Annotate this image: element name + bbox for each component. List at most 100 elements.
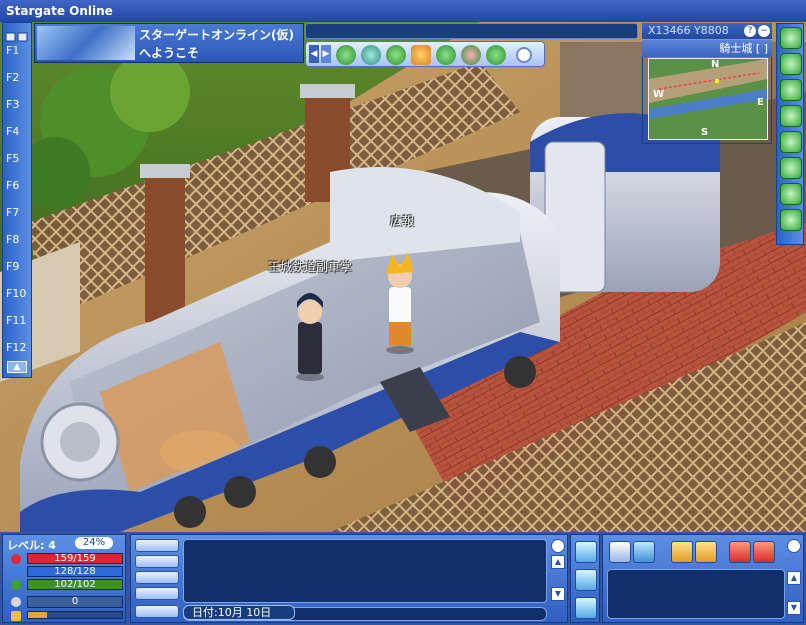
pen-slot-icon[interactable] [695,541,717,563]
speech-bubble-icon[interactable] [575,597,597,619]
chat-tab-guild[interactable] [135,571,179,584]
status-panel: レベル: 4 24% 159/159 128/128 102/102 0 [2,534,126,623]
sorry-emote-icon[interactable] [411,45,431,65]
emote-prev-icon[interactable]: ◀ [309,45,319,63]
fkey-f6[interactable]: F6 [3,172,33,199]
mana-icon [11,567,21,577]
welcome-line-2: へようこそ [139,46,200,60]
party-menu-icon[interactable] [780,131,802,153]
dizzy-emote-icon[interactable] [486,45,506,65]
minimap-coords: X13466 Y8808 [648,24,729,37]
grip-icon[interactable] [5,27,29,42]
mp-text: 128/128 [54,566,96,577]
bubble-2-emote-icon[interactable] [361,45,381,65]
slot-options-icon[interactable] [787,539,801,553]
mid-shortcut-bar [570,534,600,623]
slot-scroll-up-icon[interactable]: ▲ [787,571,801,585]
window-title: Stargate Online [0,0,806,22]
exp-bar: 0 [27,596,123,608]
fkey-f7[interactable]: F7 [3,199,33,226]
minimap-area-name: 騎士城 [719,42,753,55]
monitor-icon[interactable] [575,541,597,563]
fkey-f8[interactable]: F8 [3,226,33,253]
chat-tab-all[interactable] [135,539,179,552]
collapse-up-icon[interactable]: ▲ [7,361,27,373]
quick-slot-log[interactable] [607,569,785,619]
sub-exp-bar [27,611,123,619]
fkey-f5[interactable]: F5 [3,145,33,172]
sp-text: 102/102 [54,579,96,590]
chat-log[interactable] [183,539,547,603]
minimize-icon[interactable]: − [758,25,770,37]
compass-n: N [711,59,720,70]
item-menu-icon[interactable] [780,105,802,127]
scroll-down-icon[interactable]: ▼ [551,587,565,601]
chat-tab-party[interactable] [135,555,179,568]
chat-tab-whisper[interactable] [135,587,179,600]
minimap-title-bar: 騎士城 [ ] [642,40,772,57]
top-message-bar [305,23,638,39]
book-slot-icon[interactable] [753,541,775,563]
minimap-area-suffix: [ ] [755,42,768,55]
fkey-f3[interactable]: F3 [3,91,33,118]
chat-panel: 日付:10月 10日 ▲ ▼ [130,534,568,623]
skill-menu-icon[interactable] [780,79,802,101]
wave-emote-icon[interactable] [436,45,456,65]
sleep-emote-icon[interactable] [386,45,406,65]
compass-e: E [757,97,764,108]
fkey-f12[interactable]: F12 [3,334,33,361]
sp-bar: 102/102 [27,579,123,590]
compass-w: W [653,89,665,100]
minimap-header: X13466 Y8808 ? − [642,23,772,39]
npc-conductor-sprite [296,293,324,381]
slot-scroll-down-icon[interactable]: ▼ [787,601,801,615]
quick-slot-panel: ▲ ▼ [602,534,804,623]
right-menu-bar [776,23,804,245]
exp-text: 0 [71,596,79,607]
chat-menu-icon[interactable] [780,183,802,205]
game-date: 日付:10月 10日 [183,605,295,620]
heart-icon [11,554,21,564]
potion-slot-icon[interactable] [671,541,693,563]
attack-slot-icon[interactable] [609,541,631,563]
fkey-f9[interactable]: F9 [3,253,33,280]
banner-portrait [37,26,135,60]
close-emote-icon[interactable] [516,47,532,63]
mp-bar: 128/128 [27,566,123,577]
emote-next-icon[interactable]: ▶ [321,45,331,63]
character-menu-icon[interactable] [780,27,802,49]
status-menu-icon[interactable] [780,53,802,75]
emote-bar: ◀ ▶ [305,41,545,67]
card-slot-icon[interactable] [633,541,655,563]
stamina-icon [11,580,21,590]
npc-pr-sprite [386,252,414,354]
stop-emote-icon[interactable] [336,45,356,65]
guild-menu-icon[interactable] [780,157,802,179]
exp-percent: 24% [75,537,113,549]
hp-text: 159/159 [54,553,96,564]
fkey-f11[interactable]: F11 [3,307,33,334]
fkey-f4[interactable]: F4 [3,118,33,145]
fkey-f2[interactable]: F2 [3,64,33,91]
minimap[interactable]: N W E S [648,58,768,140]
heart-emote-icon[interactable] [461,45,481,65]
alert-slot-icon[interactable] [729,541,751,563]
help-icon[interactable]: ? [744,25,756,37]
npc-name-pr[interactable]: 広報 [390,212,414,229]
function-key-bar: F1 F2 F3 F4 F5 F6 F7 F8 F9 F10 F11 F12 ▲ [2,22,32,378]
welcome-line-1: スターゲートオンライン(仮) [139,28,294,42]
fkey-f10[interactable]: F10 [3,280,33,307]
npc-name-conductor[interactable]: 王城鉄道副車掌 [268,258,352,275]
welcome-banner: スターゲートオンライン(仮) へようこそ [34,23,304,63]
compass-s: S [701,127,709,138]
hp-bar: 159/159 [27,553,123,564]
emote-face-icon[interactable] [575,569,597,591]
sun-icon [11,611,21,621]
chat-options-icon[interactable] [551,539,565,553]
fkey-f1[interactable]: F1 [3,37,33,64]
level-label: レベル: 4 [7,539,56,552]
system-menu-icon[interactable] [780,209,802,231]
exp-icon [11,597,21,607]
chat-tab-system[interactable] [135,605,179,618]
scroll-up-icon[interactable]: ▲ [551,555,565,569]
